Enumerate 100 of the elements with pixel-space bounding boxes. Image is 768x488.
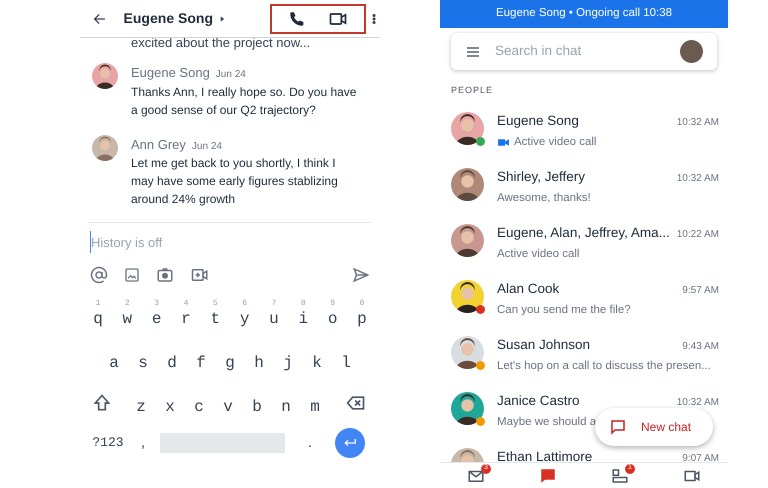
keyboard-key[interactable]: 6 y — [234, 299, 255, 329]
message-preview: Active video call — [497, 246, 580, 262]
key-hint: 9 — [330, 299, 336, 309]
key-hint: 7 — [272, 299, 276, 309]
camera-icon[interactable] — [156, 266, 174, 284]
account-avatar[interactable] — [680, 40, 703, 63]
key-label: o — [328, 309, 338, 329]
key-label: v — [223, 397, 233, 417]
video-add-icon[interactable] — [190, 266, 210, 284]
call-banner[interactable]: Eugene Song • Ongoing call 10:38 — [440, 0, 728, 28]
keyboard-key[interactable]: m — [305, 397, 325, 417]
message-time: 10:32 AM — [676, 396, 719, 410]
key-label: j — [283, 353, 293, 373]
message-time: 9:57 AM — [682, 284, 719, 298]
message-time: 9:43 AM — [682, 340, 719, 354]
keyboard-key[interactable]: n — [276, 397, 296, 417]
keyboard-key[interactable]: 9 o — [322, 299, 343, 329]
key-label: b — [252, 397, 262, 417]
keyboard-key[interactable]: x — [160, 397, 180, 417]
key-label: i — [298, 309, 308, 329]
key-label: z — [136, 397, 146, 417]
contact-name: Eugene Song — [497, 112, 579, 130]
key-label: c — [194, 397, 204, 417]
keyboard-key[interactable]: a — [104, 353, 124, 373]
message-input[interactable]: History is off — [90, 231, 360, 253]
key-label: f — [196, 353, 206, 373]
enter-key[interactable] — [335, 428, 365, 458]
keyboard-key[interactable]: b — [247, 397, 267, 417]
keyboard-key[interactable]: k — [307, 353, 327, 373]
keyboard-key[interactable]: 4 r — [176, 299, 196, 329]
key-label: n — [281, 397, 291, 417]
key-label: u — [269, 309, 279, 329]
key-hint: 2 — [124, 299, 130, 309]
keyboard-key[interactable]: 1 q — [88, 299, 108, 329]
message-text: Let me get back to you shortly, I think I may have some early figures stablizing around 24% growth — [131, 155, 339, 208]
keyboard-key[interactable]: 0 p — [352, 299, 372, 329]
keyboard-key[interactable]: c — [189, 397, 209, 417]
message-time: 10:32 AM — [676, 116, 719, 130]
phone-icon[interactable] — [288, 10, 306, 28]
keyboard-key[interactable]: g — [220, 353, 240, 373]
key-label: s — [138, 353, 148, 373]
message-date: Jun 24 — [192, 140, 222, 154]
contact-name: Susan Johnson — [497, 336, 590, 354]
section-label: PEOPLE — [451, 84, 494, 97]
message-text: Thanks Ann, I really hope so. Do you have a good sense of our Q2 trajectory? — [131, 84, 358, 118]
key-label: d — [167, 353, 177, 373]
shift-icon[interactable] — [92, 393, 112, 413]
key-label: e — [152, 309, 162, 329]
caret-icon[interactable] — [219, 14, 226, 22]
search-field[interactable]: Search in chat — [495, 41, 680, 62]
key-label: y — [240, 309, 250, 329]
at-sign-icon[interactable] — [90, 266, 108, 284]
keyboard-key[interactable]: s — [133, 353, 153, 373]
image-icon[interactable] — [124, 267, 140, 283]
message-preview: Maybe we should a — [497, 414, 596, 430]
comma-key[interactable]: , — [128, 432, 158, 454]
key-label: m — [310, 397, 320, 417]
key-label: p — [357, 309, 367, 329]
key-hint: 6 — [242, 299, 248, 309]
keyboard-key[interactable]: 7 u — [264, 299, 284, 329]
keyboard-key[interactable]: f — [191, 353, 211, 373]
key-hint: 4 — [184, 299, 188, 309]
key-label: g — [225, 353, 235, 373]
period-key[interactable]: . — [285, 432, 335, 454]
message-preview: Let's hop on a call to discuss the presen... — [497, 358, 711, 374]
keyboard-key[interactable]: j — [278, 353, 298, 373]
chat-bubble-icon — [609, 418, 627, 436]
chat-title[interactable]: Eugene Song — [124, 8, 213, 29]
key-label: x — [165, 397, 175, 417]
new-chat-button[interactable]: New chat — [595, 408, 713, 446]
keyboard-key[interactable]: v — [218, 397, 238, 417]
keyboard-key[interactable]: 8 i — [293, 299, 314, 329]
author-name: Ann Grey — [131, 136, 186, 154]
key-hint: 8 — [300, 299, 306, 309]
symbols-key[interactable]: ?123 — [88, 433, 128, 453]
key-label: a — [109, 353, 119, 373]
message-preview: Can you send me the file? — [497, 302, 631, 318]
key-label: k — [312, 353, 322, 373]
chat-bubble-icon — [539, 466, 557, 484]
message-preview: Active video call — [514, 134, 596, 150]
message-time: 10:32 AM — [676, 172, 719, 186]
send-icon[interactable] — [352, 266, 370, 284]
keyboard-key[interactable]: z — [131, 397, 151, 417]
key-hint: 5 — [212, 299, 218, 309]
contact-name: Eugene, Alan, Jeffrey, Ama... — [497, 224, 670, 242]
rooms-icon — [611, 466, 629, 484]
message-time: 10:22 AM — [676, 228, 719, 242]
key-label: h — [254, 353, 264, 373]
key-label: r — [181, 309, 191, 329]
keyboard-key[interactable]: l — [336, 353, 356, 373]
keyboard-key[interactable]: d — [162, 353, 182, 373]
message-date: Jun 24 — [216, 68, 246, 82]
key-label: l — [341, 353, 351, 373]
keyboard-key[interactable]: 3 e — [146, 299, 167, 329]
key-hint: 1 — [96, 299, 100, 309]
keyboard-key[interactable]: h — [249, 353, 269, 373]
keyboard-key[interactable]: 5 t — [205, 299, 226, 329]
author-name: Eugene Song — [131, 64, 210, 82]
keyboard-key[interactable]: 2 w — [117, 299, 138, 329]
key-label: q — [93, 309, 103, 329]
